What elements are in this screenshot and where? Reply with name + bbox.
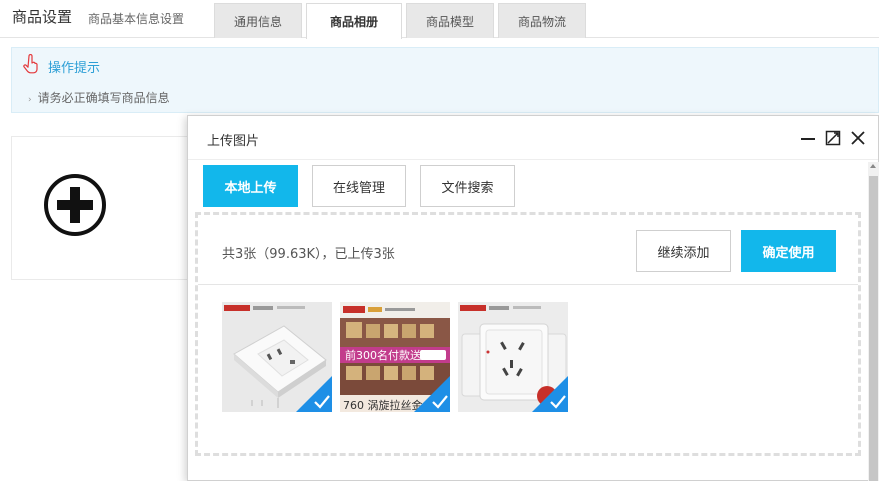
minimize-icon[interactable] [800,130,816,146]
pointer-hand-icon [23,54,38,74]
checkmark-icon [296,376,332,412]
tab-general-info[interactable]: 通用信息 [214,3,302,38]
confirm-use-button[interactable]: 确定使用 [741,230,836,272]
promo-text-top: 前300名付款送 [345,348,421,362]
local-upload-button[interactable]: 本地上传 [203,165,298,207]
upload-area: 共3张（99.63K），已上传3张 继续添加 确定使用 前300名付款送 760… [195,212,861,456]
close-icon[interactable] [850,130,866,146]
online-manage-button[interactable]: 在线管理 [312,165,406,207]
bullet-icon: › [28,95,32,105]
image-thumbnail[interactable] [458,302,568,412]
page-header: 商品设置 商品基本信息设置 通用信息 商品相册 商品模型 商品物流 [0,0,879,39]
checkmark-icon [414,376,450,412]
checkmark-icon [532,376,568,412]
file-search-button[interactable]: 文件搜索 [420,165,515,207]
dialog-title: 上传图片 [207,134,260,149]
continue-add-button[interactable]: 继续添加 [636,230,731,272]
dialog-header: 上传图片 [188,116,878,160]
maximize-icon[interactable] [825,130,841,146]
tab-bar: 通用信息 商品相册 商品模型 商品物流 [214,3,590,39]
image-thumbnail[interactable]: 前300名付款送 760 涡旋拉丝金 [340,302,450,412]
tip-item-text: 请务必正确填写商品信息 [37,91,170,105]
upload-dialog: 上传图片 本地上传 在线管理 文件搜索 共3张（99.63K），已上传3张 继续… [187,115,879,481]
operation-tips: 操作提示 › 请务必正确填写商品信息 [11,47,879,113]
scroll-up-arrow-icon[interactable] [870,164,876,168]
tab-product-album[interactable]: 商品相册 [306,3,402,39]
divider [198,284,858,285]
tab-product-model[interactable]: 商品模型 [406,3,494,38]
tab-product-logistics[interactable]: 商品物流 [498,3,586,38]
page-subtitle: 商品基本信息设置 [88,12,185,26]
tip-item: › 请务必正确填写商品信息 [28,89,170,106]
scrollbar-thumb[interactable] [869,176,878,481]
page: 商品设置 商品基本信息设置 通用信息 商品相册 商品模型 商品物流 操作提示 ›… [0,0,879,481]
tips-title: 操作提示 [48,61,101,76]
add-image-icon[interactable] [43,173,107,237]
image-thumbnail[interactable] [222,302,332,412]
scrollbar[interactable] [868,162,879,481]
promo-text-bottom: 760 涡旋拉丝金 [343,398,423,412]
album-card [11,136,189,280]
page-title: 商品设置 [12,8,73,26]
upload-status: 共3张（99.63K），已上传3张 [222,247,395,262]
